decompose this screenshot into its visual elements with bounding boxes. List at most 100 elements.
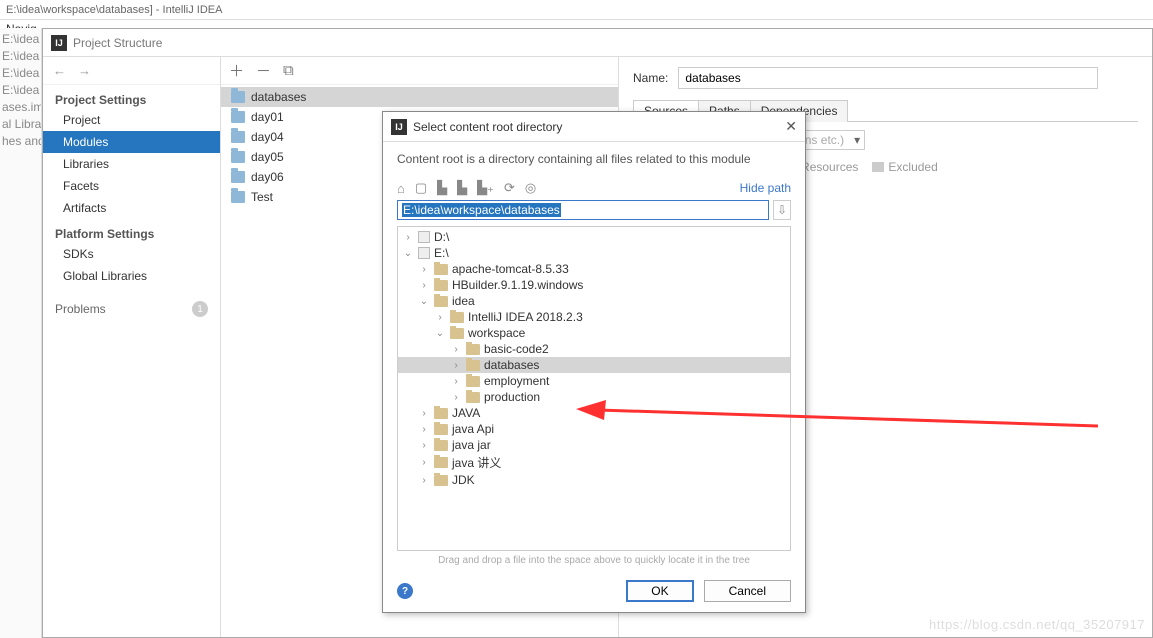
tree-label: employment [484,374,549,388]
chevron-icon[interactable]: › [450,360,462,371]
folder-icon [466,360,480,371]
copy-icon[interactable]: ⧉ [283,62,294,79]
folder-icon [434,440,448,451]
refresh-icon[interactable]: ⟳ [504,180,515,196]
tree-node[interactable]: ›databases [398,357,790,373]
add-icon[interactable]: ＋ [229,60,244,81]
back-icon[interactable]: ← [53,63,66,78]
tree-node[interactable]: › employment [398,373,790,389]
tree-node[interactable]: ⌄ idea [398,293,790,309]
tree-label: production [484,390,540,404]
tree-node[interactable]: ⌄workspace [398,325,790,341]
chevron-icon[interactable]: ⌄ [418,296,430,307]
project-structure-title: Project Structure [73,36,162,50]
folder-icon [450,312,464,323]
drive-icon [418,231,430,243]
folder-icon [466,376,480,387]
chevron-icon[interactable]: › [418,264,430,275]
path-history-icon[interactable]: ⇩ [773,200,791,220]
chevron-icon[interactable]: › [418,440,430,451]
chevron-icon[interactable]: › [418,424,430,435]
sidebar-item-facets[interactable]: Facets [43,175,220,197]
chevron-icon[interactable]: ⌄ [402,248,414,259]
project-structure-titlebar: IJ Project Structure [43,29,1152,57]
tree-label: HBuilder.9.1.19.windows [452,278,583,292]
tree-node[interactable]: ›java jar [398,437,790,453]
chevron-icon[interactable]: › [418,475,430,486]
chevron-icon[interactable]: › [450,376,462,387]
dialog-titlebar: IJ Select content root directory ✕ [383,112,805,142]
tree-node[interactable]: › java 讲义 [398,453,790,472]
tree-label: E:\ [434,246,449,260]
folder-icon [434,475,448,486]
tree-label: IntelliJ IDEA 2018.2.3 [468,310,583,324]
directory-tree[interactable]: ›D:\⌄E:\›apache-tomcat-8.5.33›HBuilder.9… [397,226,791,551]
tree-node[interactable]: ›JDK [398,472,790,488]
cancel-button[interactable]: Cancel [704,580,791,602]
app-window: E:\idea\workspace\databases] - IntelliJ … [0,0,1153,638]
new-folder-icon[interactable]: ▙₊ [477,180,494,196]
path-input[interactable]: E:\idea\workspace\databases [397,200,769,220]
problems-label: Problems [55,302,106,316]
show-hidden-icon[interactable]: ◎ [525,180,536,196]
sidebar-item-problems[interactable]: Problems 1 [43,295,220,323]
folder-icon [434,408,448,419]
module-row[interactable]: databases [221,87,618,107]
help-icon[interactable]: ? [397,583,413,599]
modules-toolbar: ＋ － ⧉ [221,57,618,85]
chevron-icon[interactable]: › [450,392,462,403]
name-label: Name: [633,71,668,85]
tree-label: java Api [452,422,494,436]
forward-icon[interactable]: → [78,63,91,78]
sidebar-nav: ← → [43,57,220,85]
tree-node[interactable]: › production [398,389,790,405]
folder-icon [434,424,448,435]
sidebar-item-libraries[interactable]: Libraries [43,153,220,175]
tree-node[interactable]: › HBuilder.9.1.19.windows [398,277,790,293]
hide-path-link[interactable]: Hide path [740,181,791,195]
tree-node[interactable]: ›D:\ [398,229,790,245]
module-label: day05 [251,150,284,164]
sidebar-item-sdks[interactable]: SDKs [43,243,220,265]
folder-icon [434,457,448,468]
tree-node[interactable]: ›JAVA [398,405,790,421]
desktop-icon[interactable]: ▢ [415,180,427,196]
watermark: https://blog.csdn.net/qq_35207917 [929,617,1145,632]
sidebar-item-global-libraries[interactable]: Global Libraries [43,265,220,287]
mark-option[interactable]: Excluded [872,160,937,174]
tree-node[interactable]: › IntelliJ IDEA 2018.2.3 [398,309,790,325]
folder-icon [434,296,448,307]
sidebar-item-artifacts[interactable]: Artifacts [43,197,220,219]
drag-hint: Drag and drop a file into the space abov… [383,551,805,570]
sidebar-item-project[interactable]: Project [43,109,220,131]
module-label: day06 [251,170,284,184]
remove-icon[interactable]: － [256,60,271,81]
chevron-icon[interactable]: ⌄ [434,328,446,339]
folder-icon [450,328,464,339]
chevron-icon[interactable]: › [418,408,430,419]
tree-node[interactable]: › java Api [398,421,790,437]
project-icon[interactable]: ▙ [437,180,447,196]
chevron-icon[interactable]: › [402,232,414,243]
chevron-icon[interactable]: › [418,280,430,291]
folder-icon [231,171,245,183]
home-icon[interactable]: ⌂ [397,181,405,196]
chevron-icon[interactable]: › [418,457,430,468]
folder-icon [466,392,480,403]
problems-badge: 1 [192,301,208,317]
section-project-settings: Project Settings [43,85,220,109]
tree-node[interactable]: ›basic-code2 [398,341,790,357]
ok-button[interactable]: OK [626,580,693,602]
tree-node[interactable]: ⌄ E:\ [398,245,790,261]
tree-node[interactable]: ›apache-tomcat-8.5.33 [398,261,790,277]
sidebar-item-modules[interactable]: Modules [43,131,220,153]
chevron-icon[interactable]: › [434,312,446,323]
module-name-input[interactable] [678,67,1098,89]
dialog-footer: ? OK Cancel [383,570,805,612]
folder-icon [231,151,245,163]
close-icon[interactable]: ✕ [785,118,797,135]
chevron-icon[interactable]: › [450,344,462,355]
module-icon[interactable]: ▙ [457,180,467,196]
tree-label: idea [452,294,475,308]
tree-label: java 讲义 [452,454,501,471]
